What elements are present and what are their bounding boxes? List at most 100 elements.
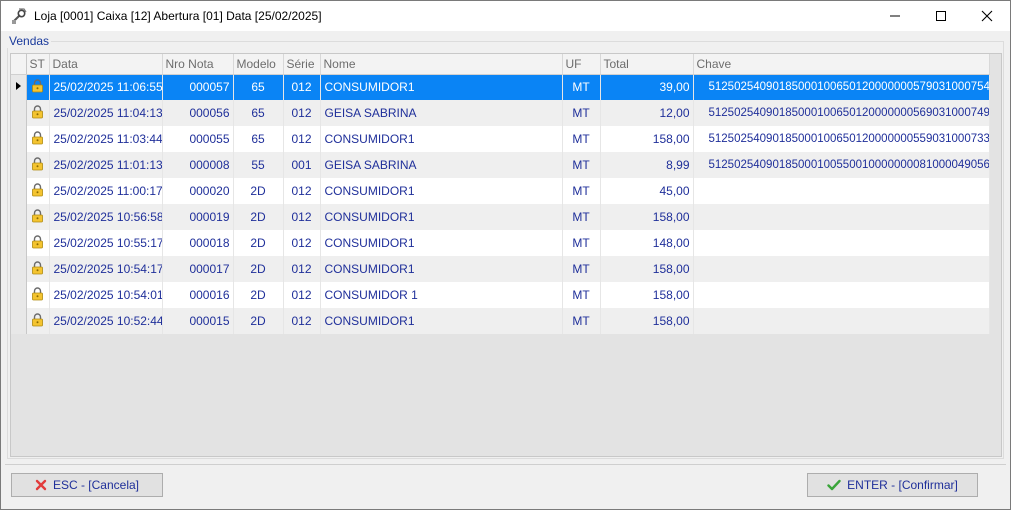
- cell-nro-nota: 000015: [162, 308, 234, 334]
- column-header-total[interactable]: Total: [600, 54, 694, 75]
- column-header-nro-nota[interactable]: Nro Nota: [162, 54, 234, 75]
- minimize-button[interactable]: [872, 1, 918, 31]
- cell-chave: [693, 230, 990, 256]
- cell-total: 45,00: [600, 178, 694, 204]
- status-lock-icon: [26, 308, 50, 334]
- cell-nome: CONSUMIDOR1: [320, 230, 563, 256]
- cell-chave: [693, 308, 990, 334]
- cell-serie: 012: [283, 230, 321, 256]
- confirm-button[interactable]: ENTER - [Confirmar]: [807, 473, 978, 497]
- grid-body: 25/02/2025 11:06:55 000057 65 012 CONSUMIDOR…: [11, 74, 990, 334]
- cell-chave: 5125025409018500010065012000000055903100…: [693, 126, 990, 152]
- cell-data: 25/02/2025 11:06:55: [49, 74, 163, 100]
- cell-modelo: 2D: [233, 282, 284, 308]
- cell-total: 158,00: [600, 282, 694, 308]
- row-indicator[interactable]: [11, 204, 27, 230]
- table-row[interactable]: 25/02/2025 10:54:17 000017 2D 012 CONSUMIDOR…: [11, 256, 990, 282]
- table-row[interactable]: 25/02/2025 11:01:13 000008 55 001 GEISA SABR…: [11, 152, 990, 178]
- column-header-data[interactable]: Data: [49, 54, 163, 75]
- status-lock-icon: [26, 204, 50, 230]
- close-button[interactable]: [964, 1, 1010, 31]
- status-lock-icon: [26, 282, 50, 308]
- status-lock-icon: [26, 178, 50, 204]
- cell-modelo: 65: [233, 74, 284, 100]
- sales-table: ST Data Nro Nota Modelo Série Nome UF To…: [11, 54, 990, 334]
- app-tools-icon: [10, 7, 28, 25]
- column-header-chave[interactable]: Chave: [693, 54, 990, 75]
- confirm-check-icon: [827, 479, 841, 491]
- table-row[interactable]: 25/02/2025 10:55:17 000018 2D 012 CONSUMIDOR…: [11, 230, 990, 256]
- column-header-nome[interactable]: Nome: [320, 54, 563, 75]
- table-row[interactable]: 25/02/2025 10:52:44 000015 2D 012 CONSUMIDOR…: [11, 308, 990, 334]
- row-indicator[interactable]: [11, 100, 27, 126]
- cell-serie: 001: [283, 152, 321, 178]
- table-row[interactable]: 25/02/2025 10:54:01 000016 2D 012 CONSUMIDOR…: [11, 282, 990, 308]
- cell-modelo: 65: [233, 126, 284, 152]
- table-row[interactable]: 25/02/2025 10:56:58 000019 2D 012 CONSUMIDOR…: [11, 204, 990, 230]
- cell-nro-nota: 000020: [162, 178, 234, 204]
- cell-nome: CONSUMIDOR1: [320, 178, 563, 204]
- cell-nome: CONSUMIDOR 1: [320, 282, 563, 308]
- maximize-button[interactable]: [918, 1, 964, 31]
- sales-window: Loja [0001] Caixa [12] Abertura [01] Dat…: [0, 0, 1011, 510]
- status-lock-icon: [26, 152, 50, 178]
- column-header-uf[interactable]: UF: [562, 54, 601, 75]
- title-bar[interactable]: Loja [0001] Caixa [12] Abertura [01] Dat…: [1, 1, 1010, 31]
- cell-nome: GEISA SABRINA: [320, 100, 563, 126]
- cell-modelo: 2D: [233, 204, 284, 230]
- cell-nro-nota: 000008: [162, 152, 234, 178]
- cell-nro-nota: 000057: [162, 74, 234, 100]
- cell-modelo: 65: [233, 100, 284, 126]
- confirm-button-label: ENTER - [Confirmar]: [847, 478, 958, 492]
- row-indicator[interactable]: [11, 308, 27, 334]
- cell-modelo: 2D: [233, 256, 284, 282]
- cell-data: 25/02/2025 11:00:17: [49, 178, 163, 204]
- window-title: Loja [0001] Caixa [12] Abertura [01] Dat…: [34, 9, 322, 23]
- cell-data: 25/02/2025 11:01:13: [49, 152, 163, 178]
- cell-chave: [693, 256, 990, 282]
- row-indicator[interactable]: [11, 178, 27, 204]
- column-header-modelo[interactable]: Modelo: [233, 54, 284, 75]
- cell-data: 25/02/2025 10:54:01: [49, 282, 163, 308]
- cell-nome: CONSUMIDOR1: [320, 74, 563, 100]
- table-row[interactable]: 25/02/2025 11:03:44 000055 65 012 CONSUMIDOR…: [11, 126, 990, 152]
- close-icon: [981, 10, 993, 22]
- cancel-button[interactable]: ESC - [Cancela]: [11, 473, 163, 497]
- cell-nome: CONSUMIDOR1: [320, 308, 563, 334]
- cell-total: 158,00: [600, 256, 694, 282]
- cell-uf: MT: [562, 178, 601, 204]
- row-indicator-arrow-icon[interactable]: [11, 74, 27, 100]
- cell-chave: [693, 282, 990, 308]
- row-indicator[interactable]: [11, 126, 27, 152]
- cell-serie: 012: [283, 282, 321, 308]
- cell-data: 25/02/2025 10:54:17: [49, 256, 163, 282]
- cell-total: 158,00: [600, 126, 694, 152]
- cell-total: 158,00: [600, 204, 694, 230]
- cell-total: 8,99: [600, 152, 694, 178]
- cell-total: 39,00: [600, 74, 694, 100]
- cell-total: 12,00: [600, 100, 694, 126]
- row-indicator[interactable]: [11, 256, 27, 282]
- status-lock-icon: [26, 100, 50, 126]
- cell-nro-nota: 000056: [162, 100, 234, 126]
- table-row[interactable]: 25/02/2025 11:00:17 000020 2D 012 CONSUMIDOR…: [11, 178, 990, 204]
- cell-nome: CONSUMIDOR1: [320, 204, 563, 230]
- sales-grid[interactable]: ST Data Nro Nota Modelo Série Nome UF To…: [10, 53, 1002, 457]
- cell-uf: MT: [562, 126, 601, 152]
- cell-nome: CONSUMIDOR1: [320, 256, 563, 282]
- cell-data: 25/02/2025 11:04:13: [49, 100, 163, 126]
- row-indicator[interactable]: [11, 282, 27, 308]
- cell-chave: [693, 178, 990, 204]
- column-header-serie[interactable]: Série: [283, 54, 321, 75]
- table-row[interactable]: 25/02/2025 11:06:55 000057 65 012 CONSUMIDOR…: [11, 74, 990, 100]
- cell-data: 25/02/2025 10:56:58: [49, 204, 163, 230]
- column-header-st[interactable]: ST: [26, 54, 50, 75]
- cell-uf: MT: [562, 282, 601, 308]
- cell-total: 158,00: [600, 308, 694, 334]
- table-row[interactable]: 25/02/2025 11:04:13 000056 65 012 GEISA SABR…: [11, 100, 990, 126]
- cell-data: 25/02/2025 10:55:17: [49, 230, 163, 256]
- status-lock-icon: [26, 74, 50, 100]
- cell-uf: MT: [562, 152, 601, 178]
- row-indicator[interactable]: [11, 230, 27, 256]
- row-indicator[interactable]: [11, 152, 27, 178]
